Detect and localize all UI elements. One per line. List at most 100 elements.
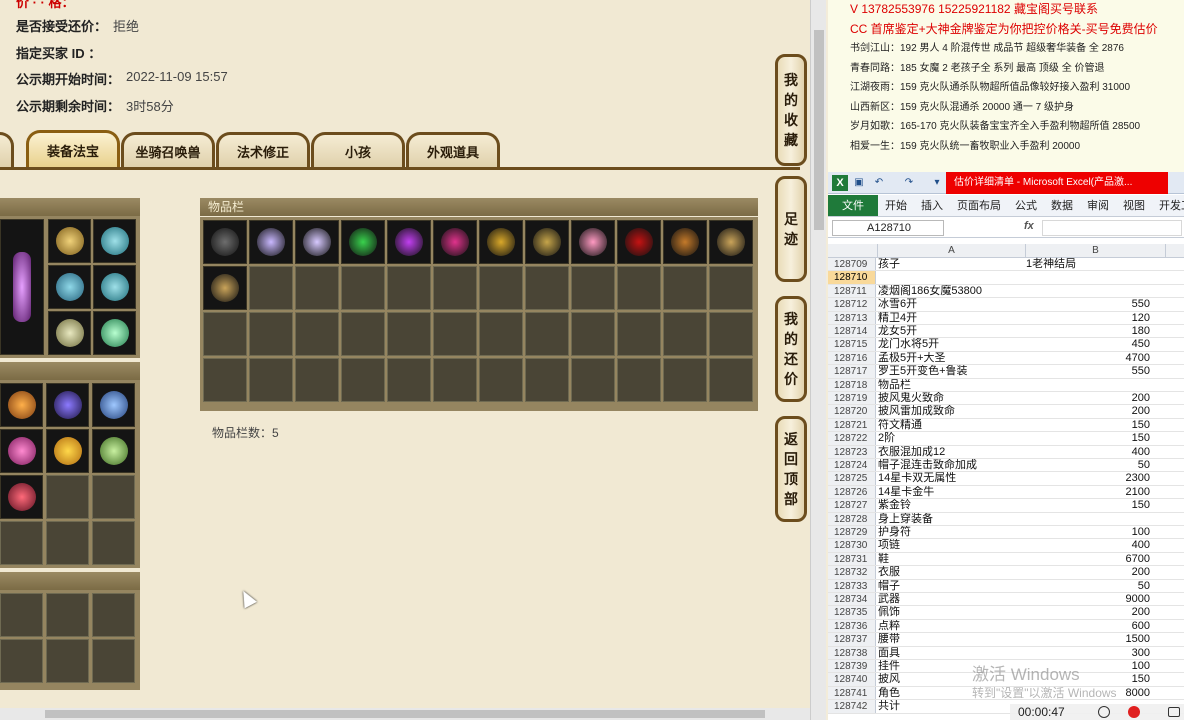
inventory-slot-empty[interactable] — [709, 312, 753, 356]
ribbon-tab[interactable]: 公式 — [1008, 195, 1044, 216]
spirit-slot-empty[interactable] — [92, 521, 135, 565]
ribbon-file-tab[interactable]: 文件 — [828, 195, 878, 216]
inventory-slot[interactable] — [249, 220, 293, 264]
row-number[interactable]: 128710 — [828, 271, 876, 284]
row-number[interactable]: 128722 — [828, 432, 876, 445]
extra-slot[interactable] — [46, 593, 89, 637]
cell-b[interactable]: 1500 — [1026, 633, 1150, 646]
inventory-slot-empty[interactable] — [341, 312, 385, 356]
cell-a[interactable]: 衣服混加成12 — [878, 446, 1024, 459]
cell-b[interactable]: 2300 — [1026, 472, 1150, 485]
inventory-slot[interactable] — [203, 220, 247, 264]
tab-child[interactable]: 小孩 — [311, 132, 405, 168]
row-number[interactable]: 128723 — [828, 445, 876, 458]
spirit-slot[interactable] — [0, 429, 43, 473]
row-number[interactable]: 128714 — [828, 325, 876, 338]
cell-a[interactable]: 披风雷加成致命 — [878, 405, 1024, 418]
inventory-slot[interactable] — [387, 220, 431, 264]
tab-appearance[interactable]: 外观道具 — [406, 132, 500, 168]
cell-a[interactable]: 精卫4开 — [878, 312, 1024, 325]
inventory-slot[interactable] — [571, 220, 615, 264]
cell-b[interactable]: 150 — [1026, 432, 1150, 445]
cell-a[interactable]: 冰雪6开 — [878, 298, 1024, 311]
favorites-button[interactable]: 我的收藏 — [775, 54, 807, 166]
cell-a[interactable]: 14星卡双无属性 — [878, 472, 1024, 485]
inventory-slot-empty[interactable] — [203, 312, 247, 356]
spirit-slot[interactable] — [0, 475, 43, 519]
cell-a[interactable]: 符文精通 — [878, 419, 1024, 432]
inventory-slot-empty[interactable] — [249, 358, 293, 402]
cell-a[interactable]: 武器 — [878, 593, 1024, 606]
extra-slot[interactable] — [46, 639, 89, 683]
cell-a[interactable]: 14星卡金牛 — [878, 486, 1024, 499]
inventory-slot-empty[interactable] — [433, 358, 477, 402]
inventory-slot-empty[interactable] — [387, 266, 431, 310]
cell-a[interactable]: 点粹 — [878, 620, 1024, 633]
inventory-slot-empty[interactable] — [295, 266, 339, 310]
spirit-slot-empty[interactable] — [0, 521, 43, 565]
formula-input[interactable] — [1042, 220, 1182, 236]
equip-slot[interactable] — [93, 265, 136, 309]
cell-b[interactable]: 2100 — [1026, 486, 1150, 499]
row-number[interactable]: 128727 — [828, 499, 876, 512]
inventory-slot-empty[interactable] — [663, 312, 707, 356]
inventory-slot[interactable] — [341, 220, 385, 264]
ribbon-tab[interactable]: 审阅 — [1080, 195, 1116, 216]
pause-icon[interactable] — [1098, 706, 1110, 718]
cell-b[interactable]: 50 — [1026, 580, 1150, 593]
cell-b[interactable]: 180 — [1026, 325, 1150, 338]
row-number[interactable]: 128726 — [828, 485, 876, 499]
cell-b[interactable]: 150 — [1026, 419, 1150, 432]
inventory-slot[interactable] — [203, 266, 247, 310]
column-header-a[interactable]: A — [878, 244, 1026, 258]
cell-b[interactable]: 200 — [1026, 405, 1150, 418]
inventory-slot-empty[interactable] — [341, 358, 385, 402]
extra-slot[interactable] — [92, 639, 135, 683]
column-header-b[interactable]: B — [1026, 244, 1166, 258]
row-number[interactable]: 128734 — [828, 593, 876, 606]
row-number[interactable]: 128716 — [828, 351, 876, 365]
undo-icon[interactable]: ↶ — [872, 176, 886, 190]
spirit-slot[interactable] — [46, 383, 89, 427]
spirit-slot[interactable] — [92, 383, 135, 427]
row-number[interactable]: 128709 — [828, 258, 876, 271]
spirit-slot-empty[interactable] — [92, 475, 135, 519]
ribbon-tab[interactable]: 开始 — [878, 195, 914, 216]
row-number[interactable]: 128737 — [828, 633, 876, 646]
cell-a[interactable]: 共计 — [878, 700, 1024, 713]
inventory-slot-empty[interactable] — [479, 358, 523, 402]
inventory-slot-empty[interactable] — [479, 312, 523, 356]
row-number[interactable]: 128740 — [828, 673, 876, 686]
equip-slot[interactable] — [93, 219, 136, 263]
back-to-top-button[interactable]: 返回顶部 — [775, 416, 807, 522]
cell-a[interactable]: 衣服 — [878, 566, 1024, 579]
cell-a[interactable]: 2阶 — [878, 432, 1024, 445]
save-icon[interactable]: ▣ — [852, 176, 866, 190]
cell-a[interactable]: 项链 — [878, 539, 1024, 552]
cell-b[interactable]: 120 — [1026, 312, 1150, 325]
inventory-slot-empty[interactable] — [249, 312, 293, 356]
cell-a[interactable]: 孟极5开+大圣 — [878, 352, 1024, 365]
row-number[interactable]: 128713 — [828, 311, 876, 324]
row-number[interactable]: 128732 — [828, 566, 876, 579]
cell-a[interactable]: 龙门水将5开 — [878, 338, 1024, 351]
row-number[interactable]: 128721 — [828, 418, 876, 432]
cell-a[interactable]: 披风鬼火致命 — [878, 392, 1024, 405]
camera-icon[interactable] — [1168, 707, 1180, 717]
spirit-slot-empty[interactable] — [46, 521, 89, 565]
extra-slot[interactable] — [0, 593, 43, 637]
tab-equipment[interactable]: 装备法宝 — [26, 130, 120, 168]
inventory-slot-empty[interactable] — [709, 266, 753, 310]
vertical-scrollbar[interactable] — [810, 0, 826, 720]
cell-a[interactable]: 物品栏 — [878, 379, 1024, 392]
row-number[interactable]: 128739 — [828, 660, 876, 673]
inventory-slot-empty[interactable] — [617, 312, 661, 356]
inventory-slot[interactable] — [663, 220, 707, 264]
extra-slot[interactable] — [0, 639, 43, 683]
tab-spell[interactable]: 法术修正 — [216, 132, 310, 168]
cell-a[interactable]: 紫金铃 — [878, 499, 1024, 512]
cell-b[interactable]: 300 — [1026, 647, 1150, 660]
cell-b[interactable]: 150 — [1026, 499, 1150, 512]
select-all-corner[interactable] — [828, 244, 878, 258]
inventory-slot-empty[interactable] — [433, 266, 477, 310]
